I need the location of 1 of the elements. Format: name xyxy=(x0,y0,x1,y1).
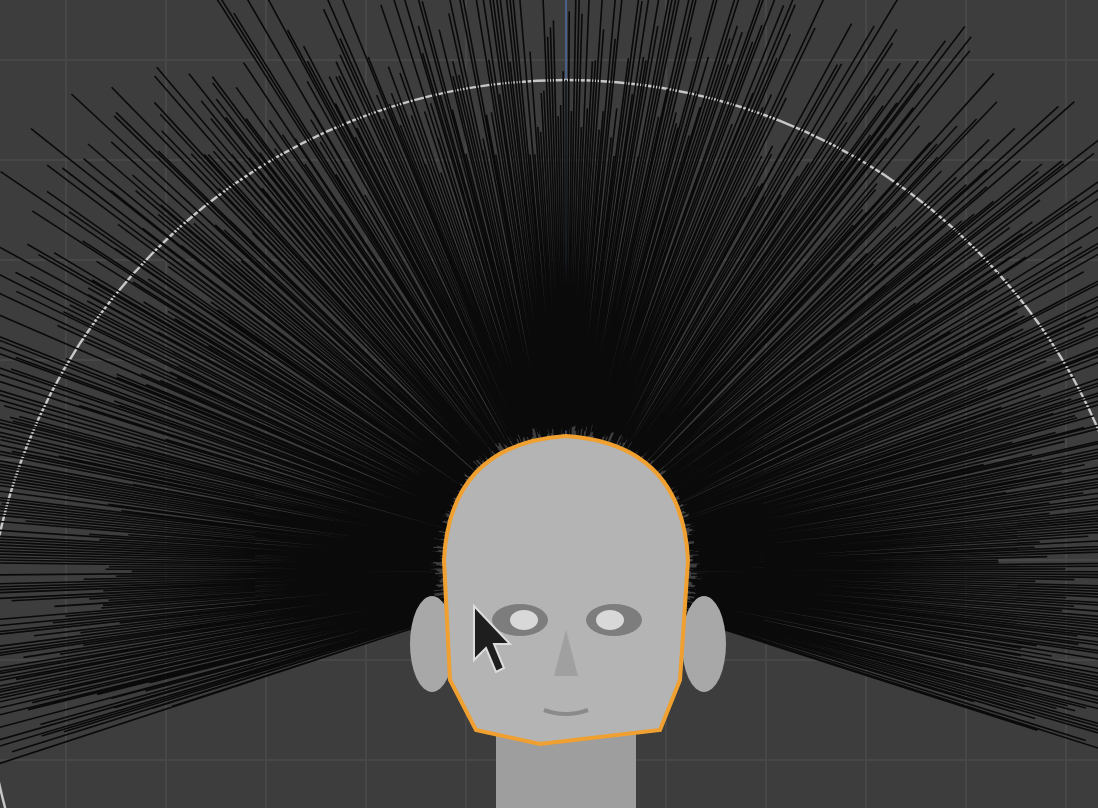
mouse-cursor-icon xyxy=(473,603,513,674)
